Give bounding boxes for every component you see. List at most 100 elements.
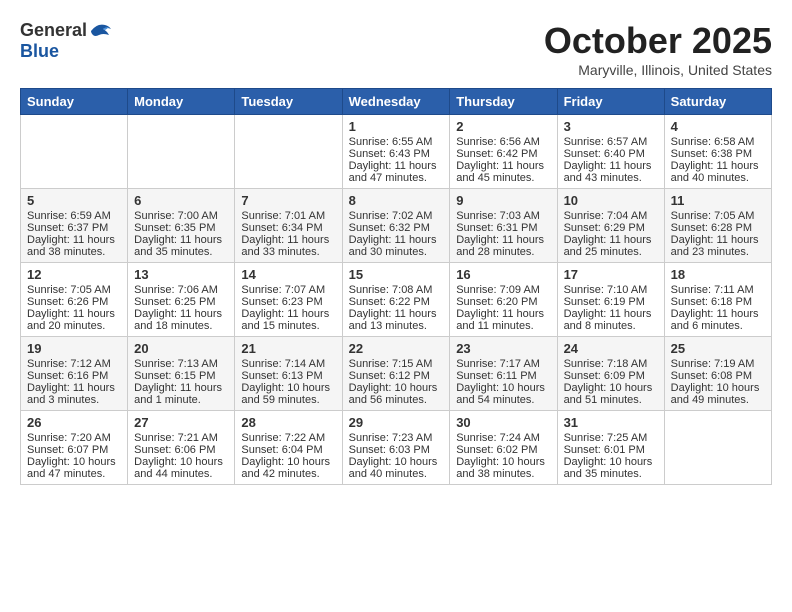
location-text: Maryville, Illinois, United States [544, 62, 772, 78]
day-content: Sunrise: 7:02 AM [349, 210, 444, 222]
calendar-cell: 26Sunrise: 7:20 AMSunset: 6:07 PMDayligh… [21, 411, 128, 485]
day-content: Daylight: 11 hours [349, 234, 444, 246]
calendar-cell: 11Sunrise: 7:05 AMSunset: 6:28 PMDayligh… [664, 189, 771, 263]
day-number: 13 [134, 267, 228, 282]
day-number: 7 [241, 193, 335, 208]
calendar-header-wednesday: Wednesday [342, 89, 450, 115]
logo-bird-icon [89, 21, 113, 41]
day-content: Sunrise: 7:25 AM [564, 432, 658, 444]
day-content: and 8 minutes. [564, 320, 658, 332]
day-content: and 33 minutes. [241, 246, 335, 258]
day-content: and 40 minutes. [349, 468, 444, 480]
calendar-cell: 29Sunrise: 7:23 AMSunset: 6:03 PMDayligh… [342, 411, 450, 485]
calendar-cell: 30Sunrise: 7:24 AMSunset: 6:02 PMDayligh… [450, 411, 557, 485]
calendar-cell: 5Sunrise: 6:59 AMSunset: 6:37 PMDaylight… [21, 189, 128, 263]
day-content: Daylight: 11 hours [27, 382, 121, 394]
calendar-cell [235, 115, 342, 189]
day-content: Sunset: 6:32 PM [349, 222, 444, 234]
day-content: and 54 minutes. [456, 394, 550, 406]
calendar-week-row: 26Sunrise: 7:20 AMSunset: 6:07 PMDayligh… [21, 411, 772, 485]
month-title: October 2025 [544, 20, 772, 62]
day-content: and 38 minutes. [27, 246, 121, 258]
day-content: Sunset: 6:22 PM [349, 296, 444, 308]
day-content: Sunrise: 7:18 AM [564, 358, 658, 370]
day-content: Sunset: 6:40 PM [564, 148, 658, 160]
day-content: and 51 minutes. [564, 394, 658, 406]
logo-blue-text: Blue [20, 41, 59, 62]
day-content: Daylight: 10 hours [27, 456, 121, 468]
day-content: Sunset: 6:06 PM [134, 444, 228, 456]
day-content: Daylight: 11 hours [241, 308, 335, 320]
day-content: Sunrise: 6:56 AM [456, 136, 550, 148]
day-number: 6 [134, 193, 228, 208]
day-content: Sunset: 6:23 PM [241, 296, 335, 308]
calendar-cell: 6Sunrise: 7:00 AMSunset: 6:35 PMDaylight… [128, 189, 235, 263]
day-number: 4 [671, 119, 765, 134]
day-content: Sunrise: 7:06 AM [134, 284, 228, 296]
day-content: Daylight: 11 hours [564, 160, 658, 172]
day-content: and 11 minutes. [456, 320, 550, 332]
day-number: 24 [564, 341, 658, 356]
day-content: Daylight: 11 hours [671, 234, 765, 246]
calendar-cell [21, 115, 128, 189]
calendar-cell: 10Sunrise: 7:04 AMSunset: 6:29 PMDayligh… [557, 189, 664, 263]
day-content: Sunrise: 7:22 AM [241, 432, 335, 444]
calendar-header-sunday: Sunday [21, 89, 128, 115]
page-header: General Blue October 2025 Maryville, Ill… [20, 20, 772, 78]
calendar-cell: 14Sunrise: 7:07 AMSunset: 6:23 PMDayligh… [235, 263, 342, 337]
calendar-cell: 31Sunrise: 7:25 AMSunset: 6:01 PMDayligh… [557, 411, 664, 485]
day-content: and 35 minutes. [564, 468, 658, 480]
day-content: Daylight: 11 hours [564, 234, 658, 246]
day-content: and 38 minutes. [456, 468, 550, 480]
day-content: Daylight: 10 hours [349, 382, 444, 394]
day-content: Sunrise: 6:58 AM [671, 136, 765, 148]
day-content: Sunrise: 7:14 AM [241, 358, 335, 370]
day-number: 19 [27, 341, 121, 356]
day-number: 5 [27, 193, 121, 208]
day-content: Sunset: 6:11 PM [456, 370, 550, 382]
day-content: Sunrise: 7:05 AM [671, 210, 765, 222]
calendar-cell: 7Sunrise: 7:01 AMSunset: 6:34 PMDaylight… [235, 189, 342, 263]
day-content: and 15 minutes. [241, 320, 335, 332]
day-content: and 56 minutes. [349, 394, 444, 406]
day-content: Daylight: 11 hours [27, 308, 121, 320]
calendar-cell: 12Sunrise: 7:05 AMSunset: 6:26 PMDayligh… [21, 263, 128, 337]
logo: General Blue [20, 20, 113, 62]
day-content: Daylight: 11 hours [456, 160, 550, 172]
day-content: and 47 minutes. [27, 468, 121, 480]
day-content: Daylight: 11 hours [241, 234, 335, 246]
day-content: Sunset: 6:08 PM [671, 370, 765, 382]
logo-general-text: General [20, 20, 87, 41]
day-number: 16 [456, 267, 550, 282]
day-content: and 45 minutes. [456, 172, 550, 184]
calendar-cell: 13Sunrise: 7:06 AMSunset: 6:25 PMDayligh… [128, 263, 235, 337]
day-content: and 30 minutes. [349, 246, 444, 258]
title-section: October 2025 Maryville, Illinois, United… [544, 20, 772, 78]
day-content: Sunset: 6:25 PM [134, 296, 228, 308]
calendar-week-row: 1Sunrise: 6:55 AMSunset: 6:43 PMDaylight… [21, 115, 772, 189]
calendar-cell: 22Sunrise: 7:15 AMSunset: 6:12 PMDayligh… [342, 337, 450, 411]
day-content: Daylight: 10 hours [456, 382, 550, 394]
day-content: Sunset: 6:38 PM [671, 148, 765, 160]
calendar-header-row: SundayMondayTuesdayWednesdayThursdayFrid… [21, 89, 772, 115]
day-content: Sunrise: 7:24 AM [456, 432, 550, 444]
day-content: and 35 minutes. [134, 246, 228, 258]
day-content: Sunset: 6:18 PM [671, 296, 765, 308]
day-number: 23 [456, 341, 550, 356]
day-content: Sunset: 6:42 PM [456, 148, 550, 160]
calendar-week-row: 19Sunrise: 7:12 AMSunset: 6:16 PMDayligh… [21, 337, 772, 411]
calendar-table: SundayMondayTuesdayWednesdayThursdayFrid… [20, 88, 772, 485]
calendar-cell: 21Sunrise: 7:14 AMSunset: 6:13 PMDayligh… [235, 337, 342, 411]
calendar-header-saturday: Saturday [664, 89, 771, 115]
day-number: 15 [349, 267, 444, 282]
day-content: Daylight: 11 hours [671, 160, 765, 172]
day-content: Daylight: 10 hours [564, 456, 658, 468]
day-number: 9 [456, 193, 550, 208]
day-content: Sunrise: 7:12 AM [27, 358, 121, 370]
day-number: 20 [134, 341, 228, 356]
day-content: Sunrise: 7:23 AM [349, 432, 444, 444]
day-content: Sunrise: 7:05 AM [27, 284, 121, 296]
day-content: Sunrise: 6:57 AM [564, 136, 658, 148]
calendar-cell: 23Sunrise: 7:17 AMSunset: 6:11 PMDayligh… [450, 337, 557, 411]
day-content: Sunrise: 7:11 AM [671, 284, 765, 296]
